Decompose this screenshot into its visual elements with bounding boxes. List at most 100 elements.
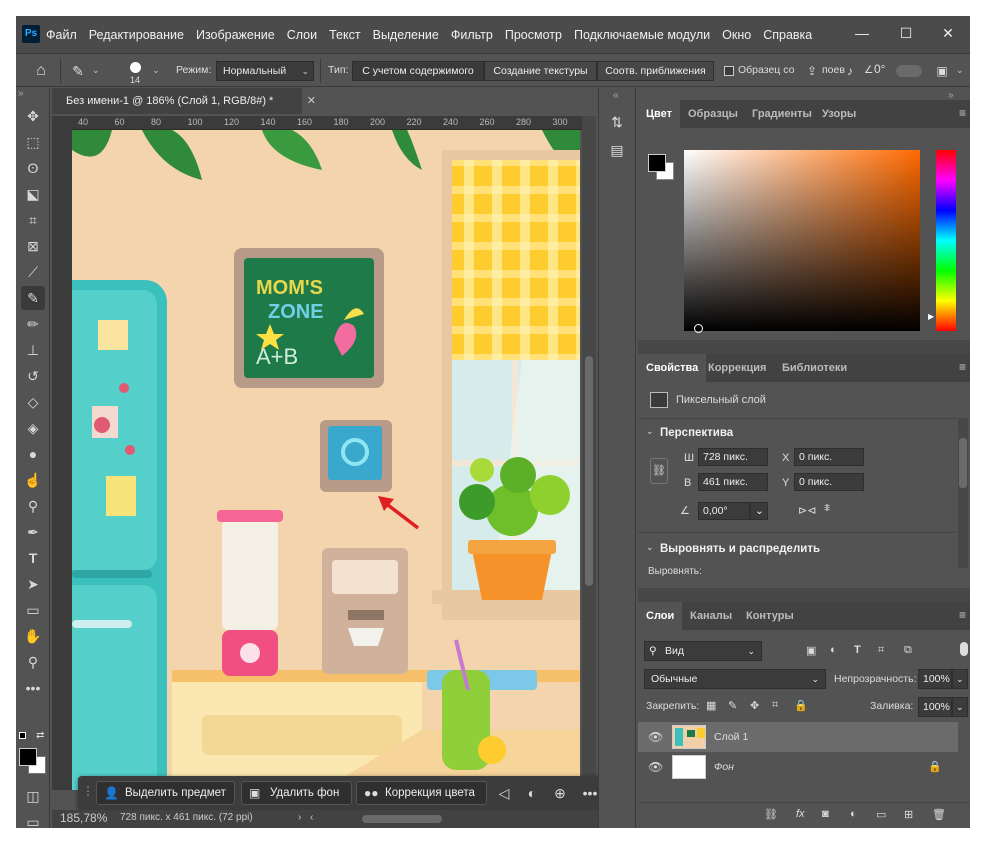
fill-field[interactable]: 100%	[918, 697, 952, 717]
comments-icon[interactable]: ▤	[605, 138, 629, 162]
lock-all-icon[interactable]: 🔒	[794, 699, 808, 712]
sample-all-layers-checkbox[interactable]	[724, 66, 734, 76]
new-adjustment-icon[interactable]: ◐	[850, 808, 857, 820]
stamp-tool-icon[interactable]: ⊥	[21, 338, 45, 362]
type-create-texture-button[interactable]: Создание текстуры	[484, 61, 597, 81]
pressure-icon[interactable]: ⇪	[800, 59, 824, 83]
lock-position-icon[interactable]: ✥	[750, 699, 759, 712]
expand-perspective-icon[interactable]: ⌄	[646, 426, 654, 437]
filter-smart-object-icon[interactable]: ⧉	[904, 644, 912, 657]
height-field[interactable]: 461 пикс.	[698, 473, 768, 491]
menu-item[interactable]: Окно	[722, 28, 751, 42]
flip-vertical-icon[interactable]: ⩨	[824, 502, 830, 515]
paint-bucket-tool-icon[interactable]: ◈	[21, 416, 45, 440]
home-icon[interactable]: ⌂	[29, 59, 53, 83]
tab-patterns[interactable]: Узоры	[814, 100, 864, 128]
minimize-button[interactable]: —	[842, 22, 882, 44]
menu-item[interactable]: Редактирование	[89, 28, 184, 42]
path-select-tool-icon[interactable]: ➤	[21, 572, 45, 596]
screen-mode-icon[interactable]: ▭	[21, 810, 45, 828]
object-select-tool-icon[interactable]: ⬕	[21, 182, 45, 206]
hand-tool-icon[interactable]: ✋	[21, 624, 45, 648]
eraser-tool-icon[interactable]: ◇	[21, 390, 45, 414]
menu-item[interactable]: Подключаемые модули	[574, 28, 710, 42]
visibility-eye-icon[interactable]: 👁	[648, 730, 663, 744]
layer-style-icon[interactable]: fx	[796, 808, 805, 820]
x-field[interactable]: 0 пикс.	[794, 448, 864, 466]
delete-layer-icon[interactable]: 🗑	[932, 808, 946, 821]
drag-handle-icon[interactable]: ⋮	[82, 784, 94, 798]
type-tool-icon[interactable]: T	[21, 546, 45, 570]
frame-tool-icon[interactable]: ⊠	[21, 234, 45, 258]
link-dimensions-icon[interactable]: ⛓	[650, 458, 668, 484]
brush-tool-icon[interactable]: ✏	[21, 312, 45, 336]
color-correction-button[interactable]: ●● Коррекция цвета	[356, 781, 487, 805]
new-group-icon[interactable]: ▭	[876, 808, 886, 821]
blend-mode-select[interactable]: Обычные ⌄	[644, 669, 826, 689]
menu-item[interactable]: Текст	[329, 28, 360, 42]
chevron-down-icon[interactable]: ⌄	[92, 65, 100, 76]
more-tools-icon[interactable]: •••	[21, 676, 45, 700]
brush-picker-chevron-icon[interactable]: ⌄	[152, 65, 160, 76]
filter-toggle[interactable]	[960, 642, 968, 656]
menu-item[interactable]: Справка	[763, 28, 812, 42]
marquee-tool-icon[interactable]: ⬚	[21, 130, 45, 154]
crop-tool-icon[interactable]: ⌗	[21, 208, 45, 232]
default-colors-icon[interactable]	[19, 732, 26, 739]
scrollbar-thumb[interactable]	[959, 438, 967, 488]
hue-slider-handle-icon[interactable]: ▶	[928, 312, 934, 321]
properties-scrollbar[interactable]	[958, 418, 968, 568]
document-canvas[interactable]: MOM'S ZONE A+B	[72, 130, 580, 790]
zoom-tool-icon[interactable]: ⚲	[21, 650, 45, 674]
rectangle-tool-icon[interactable]: ▭	[21, 598, 45, 622]
scroll-left-icon[interactable]: ‹	[310, 812, 313, 823]
fill-dropdown-icon[interactable]: ⌄	[952, 697, 968, 717]
collapse-icon[interactable]: «	[613, 90, 619, 101]
tab-libraries[interactable]: Библиотеки	[774, 354, 855, 382]
brush-preview-icon[interactable]	[130, 62, 141, 73]
y-field[interactable]: 0 пикс.	[794, 473, 864, 491]
layer-row-background[interactable]: 👁 Фон 🔒	[638, 752, 958, 782]
close-document-icon[interactable]: ✕	[307, 88, 316, 114]
collapse-toolbar-icon[interactable]: »	[18, 88, 24, 99]
panel-menu-icon[interactable]: ≡	[959, 106, 966, 120]
layer-row-layer1[interactable]: 👁 Слой 1	[638, 722, 958, 752]
remove-background-button[interactable]: ▣ Удалить фон	[241, 781, 352, 805]
filter-type-icon[interactable]: T	[854, 644, 861, 656]
link-layers-icon[interactable]: ⛓	[764, 808, 778, 821]
chevron-down-icon[interactable]: ⌄	[956, 65, 964, 76]
lock-artboard-icon[interactable]: ⌗	[772, 699, 778, 712]
foreground-color-swatch[interactable]	[19, 748, 37, 766]
new-layer-icon[interactable]: ⊞	[904, 808, 913, 821]
opacity-field[interactable]: 100%	[918, 669, 952, 689]
menu-item[interactable]: Фильтр	[451, 28, 493, 42]
angle-dropdown-icon[interactable]: ⌄	[750, 502, 768, 520]
lock-image-icon[interactable]: ✎	[728, 699, 737, 712]
menu-item[interactable]: Просмотр	[505, 28, 562, 42]
history-brush-tool-icon[interactable]: ↺	[21, 364, 45, 388]
document-tab[interactable]: Без имени-1 @ 186% (Слой 1, RGB/8#) * ✕	[52, 88, 316, 114]
width-field[interactable]: 728 пикс.	[698, 448, 768, 466]
type-proximity-match-button[interactable]: Соотв. приближения	[597, 61, 714, 81]
spot-healing-brush-icon[interactable]: ✎	[66, 59, 90, 83]
lasso-tool-icon[interactable]: ʘ	[21, 156, 45, 180]
panel-menu-icon[interactable]: ≡	[959, 608, 966, 622]
quick-mask-icon[interactable]: ◫	[21, 784, 45, 808]
menu-item[interactable]: Слои	[287, 28, 317, 42]
type-content-aware-button[interactable]: С учетом содержимого	[352, 61, 484, 81]
horizontal-scrollbar-thumb[interactable]	[362, 815, 442, 823]
blur-tool-icon[interactable]: ●	[21, 442, 45, 466]
flip-horizontal-icon[interactable]: ⊳⊲	[798, 504, 816, 517]
menu-item[interactable]: Изображение	[196, 28, 275, 42]
close-button[interactable]: ✕	[928, 22, 968, 44]
panel-menu-icon[interactable]: ≡	[959, 360, 966, 374]
visibility-eye-icon[interactable]: 👁	[648, 760, 663, 774]
tab-paths[interactable]: Контуры	[738, 602, 802, 630]
hue-slider[interactable]	[936, 150, 956, 331]
tab-color[interactable]: Цвет	[638, 100, 681, 128]
opacity-dropdown-icon[interactable]: ⌄	[952, 669, 968, 689]
tab-gradients[interactable]: Градиенты	[744, 100, 820, 128]
filter-adjustment-icon[interactable]: ◐	[830, 644, 837, 656]
color-field[interactable]	[684, 150, 920, 331]
expand-align-icon[interactable]: ⌄	[646, 542, 654, 553]
